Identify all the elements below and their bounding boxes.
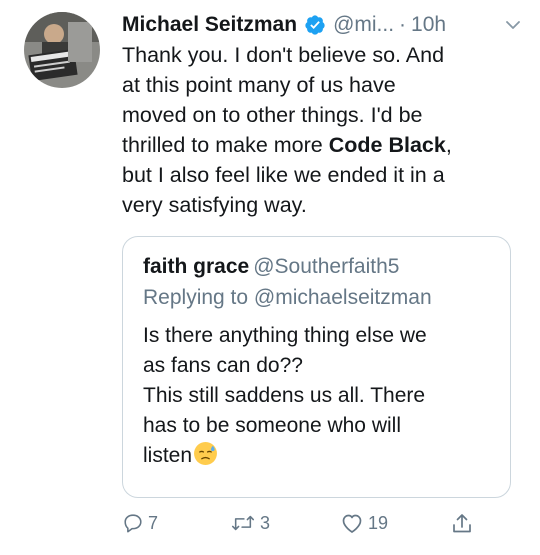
tweet-header: Michael Seitzman @mi... · 10h [122, 10, 522, 40]
quoted-text: Is there anything thing else we as fans … [143, 321, 493, 475]
verified-badge-icon [304, 14, 326, 36]
quoted-line: This still saddens us all. There [143, 384, 426, 407]
quoted-author-handle: @Southerfaith5 [253, 255, 400, 278]
retweet-button[interactable]: 3 [230, 512, 270, 534]
tweet-line-prefix: thrilled to make more [122, 133, 329, 157]
tweet-line: very satisfying way. [122, 193, 307, 217]
avatar[interactable] [24, 12, 100, 88]
bold-suffix: , [445, 133, 452, 157]
reply-count: 7 [148, 512, 159, 533]
replying-label: Replying to [143, 286, 249, 309]
tweet-actions: 7 3 19 [122, 512, 502, 542]
retweet-count: 3 [260, 512, 271, 533]
tweet-line: moved on to other things. I'd be [122, 103, 423, 127]
replying-mention[interactable]: @michaelseitzman [254, 286, 432, 309]
quoted-last-text: listen [143, 444, 193, 467]
avatar-image [24, 12, 100, 88]
quoted-header: faith grace @Southerfaith5 [143, 255, 399, 279]
author-name[interactable]: Michael Seitzman [122, 13, 297, 37]
quoted-line: has to be someone who will [143, 414, 401, 437]
tweet-line: but I also feel like we ended it in a [122, 163, 445, 187]
quoted-tweet[interactable]: faith grace @Southerfaith5 Replying to @m… [122, 236, 511, 498]
tweet-line: Thank you. I don't believe so. And [122, 43, 445, 67]
author-handle[interactable]: @mi... [333, 13, 394, 37]
reply-icon [122, 512, 144, 534]
retweet-icon [230, 512, 256, 534]
timestamp[interactable]: 10h [411, 13, 446, 37]
share-icon [450, 512, 474, 536]
tweet-line: at this point many of us have [122, 73, 396, 97]
tweet-line-with-bold: thrilled to make more Code Black, [122, 130, 517, 160]
quoted-author-name: faith grace [143, 255, 250, 278]
downcast-face-with-sweat-icon [193, 441, 218, 475]
like-icon [340, 512, 364, 534]
replying-to: Replying to @michaelseitzman [143, 286, 432, 310]
quoted-line: as fans can do?? [143, 354, 303, 377]
quoted-line-last: listen [143, 441, 493, 475]
tweet-text: Thank you. I don't believe so. And at th… [122, 40, 517, 220]
like-button[interactable]: 19 [340, 512, 388, 534]
reply-button[interactable]: 7 [122, 512, 158, 534]
bold-term: Code Black [328, 133, 446, 157]
quoted-line: Is there anything thing else we [143, 324, 427, 347]
separator-dot: · [399, 13, 407, 36]
like-count: 19 [368, 512, 389, 533]
chevron-down-icon[interactable] [504, 16, 522, 40]
share-button[interactable] [450, 512, 474, 536]
